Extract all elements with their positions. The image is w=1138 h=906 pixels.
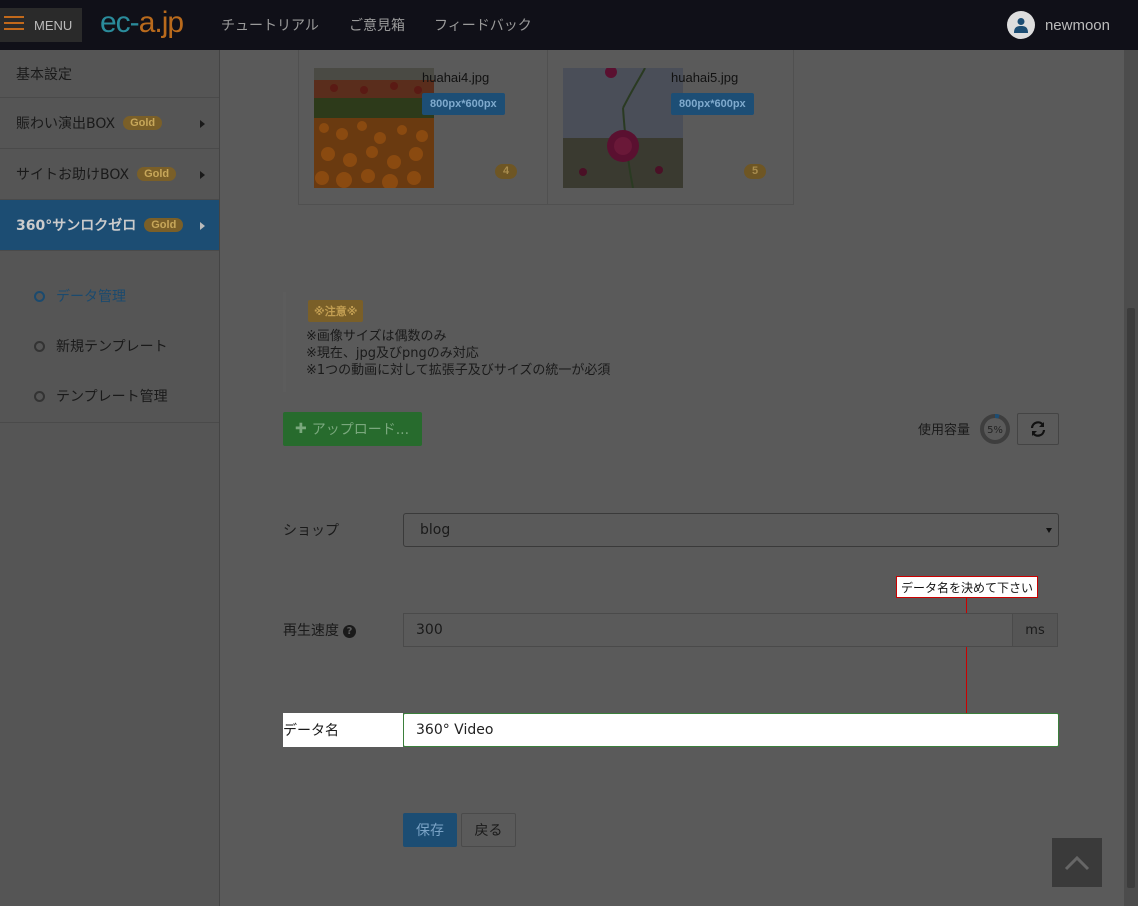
chevron-up-icon [1064,855,1090,870]
sidebar-item-nigiwai-box[interactable]: 賑わい演出BOX Gold [0,98,219,149]
speed-label: 再生速度? [283,620,356,640]
sidebar-submenu: データ管理 新規テンプレート テンプレート管理 [0,251,219,423]
speed-unit-addon: ms [1012,613,1058,647]
scrollbar-thumb[interactable] [1127,308,1135,888]
notice-box: ※注意※ ※画像サイズは偶数のみ ※現在、jpg及びpngのみ対応 ※1つの動画… [283,292,663,392]
sidebar-item-label: 360°サンロクゼロ [16,218,137,234]
shop-label: ショップ [283,523,339,539]
menu-label: MENU [34,18,73,33]
notice-line: ※画像サイズは偶数のみ [306,329,447,344]
image-filename: huahai4.jpg [422,70,490,85]
circle-icon [34,340,45,352]
image-number-badge: 4 [495,164,517,179]
sidebar-subitem-label: データ管理 [56,289,126,305]
upload-button-label: アップロード... [311,422,410,438]
nav-feedback-link[interactable]: フィードバック [434,15,532,35]
site-logo[interactable]: ec-a.jp [100,6,184,40]
user-avatar-icon [1006,11,1035,39]
menu-toggle-button[interactable]: MENU [0,8,82,42]
sidebar-item-360-sanroku-zero[interactable]: 360°サンロクゼロ Gold [0,200,219,251]
sidebar-subitem-template-management[interactable]: テンプレート管理 [0,371,219,421]
caret-down-icon [1046,528,1052,533]
sidebar-subitem-label: 新規テンプレート [56,339,168,355]
user-menu[interactable]: newmoon [1006,11,1110,39]
tulip-thumbnail-image [314,68,434,188]
upload-button[interactable]: ✚ アップロード... [283,412,422,446]
sidebar-subitem-label: テンプレート管理 [56,389,168,405]
caret-right-icon [200,222,205,230]
hamburger-icon [4,16,24,34]
usage-percent-text: 5% [987,425,1003,436]
back-button[interactable]: 戻る [461,813,516,847]
data-name-label: データ名 [283,713,403,747]
scroll-to-top-button[interactable] [1052,838,1102,887]
notice-line: ※1つの動画に対して拡張子及びサイズの統一が必須 [306,363,611,378]
plus-icon: ✚ [295,421,307,437]
vertical-scrollbar[interactable] [1124,50,1138,906]
nav-opinion-box-link[interactable]: ご意見箱 [349,15,405,35]
sidebar: 基本設定 賑わい演出BOX Gold サイトお助けBOX Gold 360°サン… [0,50,220,906]
image-list-panel: huahai4.jpg 800px*600px 4 huahai5.jpg 80… [298,50,794,205]
gold-badge: Gold [137,167,177,181]
caret-right-icon [200,120,205,128]
gold-badge: Gold [144,218,184,232]
sidebar-subitem-data-management[interactable]: データ管理 [0,271,219,321]
usage-label: 使用容量 [918,423,971,438]
username: newmoon [1044,16,1110,34]
sidebar-item-label: サイトお助けBOX [16,167,130,183]
data-name-input-value: 360° Video [416,722,494,738]
usage-progress-ring: 5% [979,413,1011,445]
image-item[interactable]: huahai5.jpg 800px*600px 5 [547,50,795,204]
refresh-button[interactable] [1017,413,1059,445]
image-size-badge: 800px*600px [671,93,754,115]
sidebar-item-site-helper-box[interactable]: サイトお助けBOX Gold [0,149,219,200]
shop-select[interactable]: blog [403,513,1059,547]
save-button[interactable]: 保存 [403,813,457,847]
notice-tag: ※注意※ [308,300,364,322]
image-size-badge: 800px*600px [422,93,505,115]
speed-input[interactable]: 300 [403,613,1013,647]
speed-label-text: 再生速度 [283,623,339,639]
image-filename: huahai5.jpg [671,70,739,85]
circle-icon [34,290,45,302]
circle-icon [34,390,45,402]
sidebar-item-basic-settings[interactable]: 基本設定 [0,50,219,98]
question-circle-icon[interactable]: ? [343,625,356,638]
logo-text-part1: ec- [100,6,140,39]
speed-input-value: 300 [416,622,443,638]
data-name-input[interactable]: 360° Video [403,713,1059,747]
sidebar-item-label: 賑わい演出BOX [16,116,116,132]
flower-thumbnail-image [563,68,683,188]
nav-tutorial-link[interactable]: チュートリアル [221,15,319,35]
gold-badge: Gold [123,116,163,130]
logo-text-part2: a.jp [138,6,184,39]
image-item[interactable]: huahai4.jpg 800px*600px 4 [299,50,547,204]
validation-tooltip: データ名を決めて下さい [896,576,1038,598]
shop-select-value: blog [420,522,451,538]
top-navbar: MENU ec-a.jp チュートリアル ご意見箱 フィードバック newmoo… [0,0,1138,50]
refresh-icon [1030,421,1046,437]
caret-right-icon [200,171,205,179]
sidebar-item-label: 基本設定 [16,66,72,83]
sidebar-subitem-new-template[interactable]: 新規テンプレート [0,321,219,371]
image-number-badge: 5 [744,164,766,179]
notice-line: ※現在、jpg及びpngのみ対応 [306,346,479,361]
